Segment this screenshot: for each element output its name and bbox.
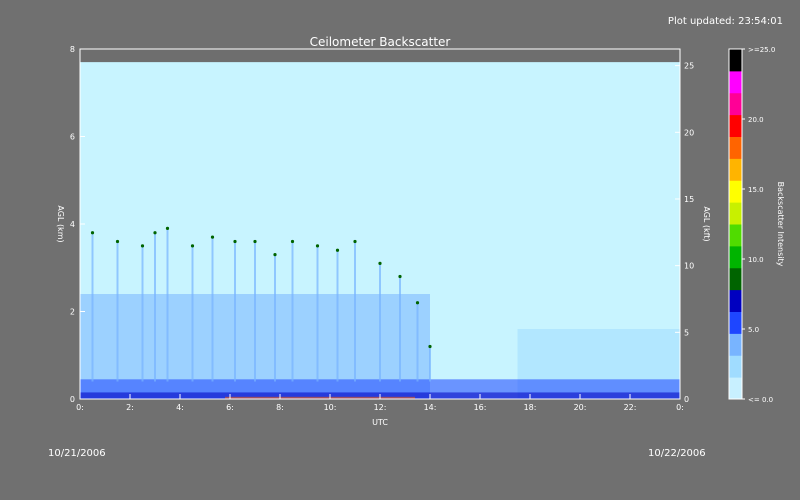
y-axis-left-label: AGL (km): [56, 205, 65, 242]
plot-area: [79, 48, 681, 400]
colorbar-swatch: [729, 92, 742, 116]
colorbar-swatch: [729, 202, 742, 225]
colorbar-swatch: [729, 245, 742, 269]
colorbar-swatch: [729, 158, 742, 181]
colorbar-swatch: [729, 114, 742, 137]
plume-peak-point: [190, 244, 195, 248]
x-tick-label: 16:: [474, 403, 487, 412]
plot-updated-label: Plot updated: 23:54:01: [668, 16, 783, 27]
plume-peak-point: [335, 248, 340, 252]
plume-peak-point: [273, 253, 277, 257]
x-tick-label: 4:: [176, 403, 184, 412]
x-tick-label: 14:: [424, 403, 437, 412]
plume-peak-point: [140, 244, 145, 248]
plume-peak-point: [398, 274, 402, 279]
x-tick-label: 10:: [324, 403, 337, 412]
y-axis-right-label: AGL (kft): [702, 206, 711, 241]
colorbar-swatch: [729, 49, 742, 72]
colorbar-swatch: [729, 136, 742, 159]
colorbar-swatch: [729, 180, 742, 203]
colorbar-swatch: [729, 289, 742, 312]
colorbar-tick-label: >=25.0: [748, 46, 775, 54]
colorbar-swatch: [729, 267, 742, 291]
colorbar-tick-label: 10.0: [748, 256, 764, 264]
plume-peak-point: [378, 261, 382, 265]
colorbar-tick-label: <= 0.0: [748, 396, 773, 404]
y-right-tick-label: 25: [684, 62, 694, 71]
colorbar-swatch: [729, 311, 742, 334]
plume-peak-point: [290, 239, 295, 244]
colorbar-tick-label: 5.0: [748, 326, 759, 334]
plume-peak-point: [210, 235, 215, 239]
colorbar-swatch: [729, 70, 742, 94]
plume-peak-point: [153, 231, 157, 235]
x-tick-label: 2:: [126, 403, 134, 412]
y-left-tick-label: 4: [70, 220, 75, 229]
y-left-tick-label: 0: [70, 395, 75, 404]
y-left-tick-label: 2: [70, 308, 75, 317]
colorbar-swatch: [729, 377, 742, 400]
y-right-tick-label: 20: [684, 128, 694, 137]
x-tick-label: 6:: [226, 403, 234, 412]
colorbar-label: Backscatter Intensity: [776, 182, 785, 267]
y-right-tick-label: 15: [684, 195, 694, 204]
ceilometer-chart: Plot updated: 23:54:01 Ceilometer Backsc…: [48, 16, 785, 459]
x-tick-label: 22:: [624, 403, 637, 412]
x-tick-label: 0:: [676, 403, 684, 412]
y-right-tick-label: 5: [684, 328, 689, 337]
colorbar-ticks: <= 0.0 5.0 10.0 15.0 20.0 >=25.0: [742, 46, 775, 404]
x-tick-label: 8:: [276, 403, 284, 412]
y-right-tick-label: 0: [684, 395, 689, 404]
colorbar-tick-label: 20.0: [748, 116, 764, 124]
y-left-tick-label: 6: [70, 133, 75, 142]
colorbar-tick-label: 15.0: [748, 186, 764, 194]
plume-peak-point: [115, 239, 120, 244]
plume-peak-point: [315, 244, 320, 248]
plume-peak-point: [253, 239, 257, 244]
plume-peak-point: [428, 344, 432, 349]
plume-peak-point: [415, 301, 420, 305]
y-left-tick-label: 8: [70, 45, 75, 54]
colorbar-swatch: [729, 224, 742, 247]
colorbar-swatches: [729, 49, 742, 400]
x-tick-label: 18:: [524, 403, 537, 412]
plume-peak-point: [233, 239, 237, 244]
colorbar: <= 0.0 5.0 10.0 15.0 20.0 >=25.0 Backscatter …: [728, 46, 785, 404]
y-right-tick-label: 10: [684, 262, 694, 271]
colorbar-swatch: [729, 333, 742, 356]
x-tick-label: 20:: [574, 403, 587, 412]
date-end-label: 10/22/2006: [648, 448, 706, 459]
plume-peak-point: [353, 239, 357, 244]
x-axis-label: UTC: [372, 418, 388, 427]
plume-peak-point: [90, 231, 95, 235]
x-tick-label: 12:: [374, 403, 387, 412]
date-start-label: 10/21/2006: [48, 448, 106, 459]
x-tick-label: 0:: [76, 403, 84, 412]
plume-peak-point: [165, 226, 170, 230]
chart-title: Ceilometer Backscatter: [310, 35, 451, 49]
colorbar-swatch: [729, 355, 742, 378]
